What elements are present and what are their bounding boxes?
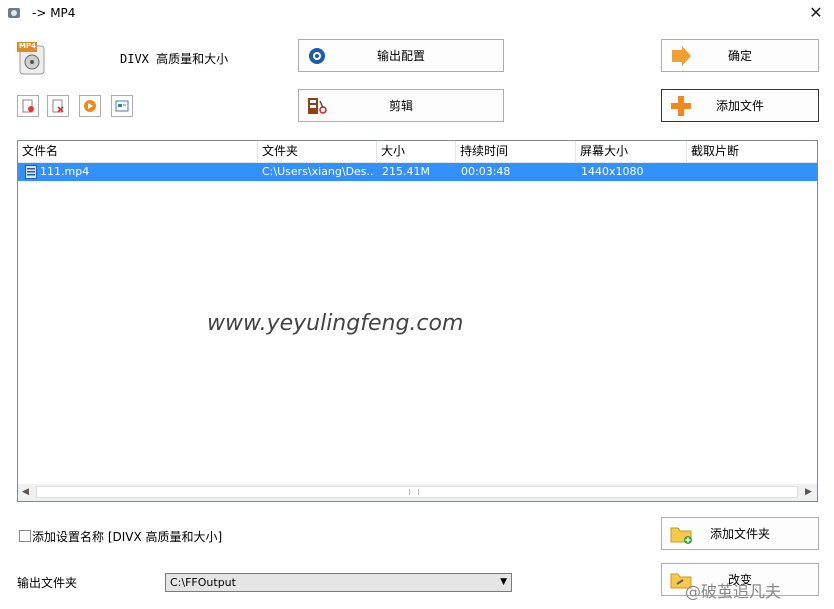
preset-name: DIVX 高质量和大小 xyxy=(120,52,229,66)
scroll-thumb[interactable] xyxy=(36,486,798,498)
remove-button[interactable] xyxy=(17,95,39,117)
clear-icon xyxy=(52,99,64,113)
output-folder-select[interactable]: C:\FFOutput ▼ xyxy=(165,573,512,592)
add-folder-label: 添加文件夹 xyxy=(709,527,770,541)
arrow-right-icon xyxy=(670,46,692,69)
column-header-size[interactable]: 大小 xyxy=(377,141,456,162)
edit-button[interactable]: 剪辑 xyxy=(298,89,504,122)
clear-button[interactable] xyxy=(47,95,69,117)
horizontal-scrollbar[interactable]: ◀ ▶ xyxy=(18,484,817,501)
scissors-film-icon xyxy=(307,96,329,119)
cell-duration: 00:03:48 xyxy=(461,165,511,178)
add-setting-name-checkbox[interactable] xyxy=(19,530,31,542)
thumb-grip-icon xyxy=(409,489,419,495)
cell-screen-size: 1440x1080 xyxy=(581,165,644,178)
weibo-watermark: @破茧追凡夫 xyxy=(685,582,782,601)
column-header-name[interactable]: 文件名 xyxy=(18,141,258,162)
ok-button[interactable]: 确定 xyxy=(661,39,819,72)
info-button[interactable] xyxy=(111,95,133,117)
column-header-screen[interactable]: 屏幕大小 xyxy=(576,141,687,162)
close-icon[interactable]: ✕ xyxy=(806,3,826,23)
add-setting-name-label: 添加设置名称 [DIVX 高质量和大小] xyxy=(32,530,223,544)
folder-add-icon xyxy=(670,523,694,548)
app-icon xyxy=(7,6,21,20)
table-header: 文件名 文件夹 大小 持续时间 屏幕大小 截取片断 xyxy=(18,141,817,163)
cell-filename: 111.mp4 xyxy=(40,165,90,178)
format-badge: MP4 xyxy=(19,42,36,50)
format-icon: MP4 xyxy=(17,42,47,76)
remove-icon xyxy=(22,99,34,113)
add-file-button[interactable]: 添加文件 xyxy=(661,89,819,122)
output-settings-label: 输出配置 xyxy=(376,49,425,63)
watermark-text: www.yeyulingfeng.com xyxy=(207,311,464,336)
column-header-folder[interactable]: 文件夹 xyxy=(258,141,377,162)
play-icon xyxy=(84,100,96,112)
scroll-left-icon[interactable]: ◀ xyxy=(22,487,29,497)
add-folder-button[interactable]: 添加文件夹 xyxy=(661,517,819,550)
plus-icon xyxy=(670,95,692,120)
window-title: -> MP4 xyxy=(32,6,76,20)
output-folder-value: C:\FFOutput xyxy=(170,576,236,589)
scroll-right-icon[interactable]: ▶ xyxy=(805,487,812,497)
ok-label: 确定 xyxy=(727,49,752,63)
output-settings-button[interactable]: 输出配置 xyxy=(298,39,504,72)
column-header-clip[interactable]: 截取片断 xyxy=(687,141,817,162)
play-button[interactable] xyxy=(79,95,101,117)
chevron-down-icon: ▼ xyxy=(500,577,507,587)
video-file-icon xyxy=(25,165,37,182)
table-row[interactable]: 111.mp4 C:\Users\xiang\Des... 215.41M 00… xyxy=(18,163,817,181)
media-info-icon xyxy=(115,100,129,112)
title-bar: -> MP4 ✕ xyxy=(0,0,834,28)
edit-label: 剪辑 xyxy=(388,99,413,113)
cell-folder: C:\Users\xiang\Des... xyxy=(262,165,374,178)
cell-size: 215.41M xyxy=(382,165,430,178)
settings-icon xyxy=(307,46,327,69)
add-file-label: 添加文件 xyxy=(715,99,764,113)
column-header-duration[interactable]: 持续时间 xyxy=(456,141,576,162)
output-folder-label: 输出文件夹 xyxy=(17,576,78,590)
